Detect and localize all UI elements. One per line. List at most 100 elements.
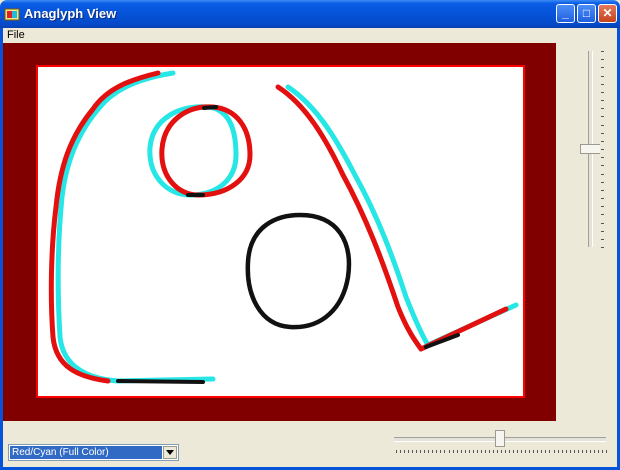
- horizontal-slider-tick: [468, 450, 470, 453]
- horizontal-slider-tick: [529, 450, 531, 453]
- vertical-slider-tick: [601, 238, 604, 240]
- horizontal-slider-tick: [480, 450, 482, 453]
- horizontal-slider-tick: [412, 450, 414, 453]
- vertical-slider-tick: [601, 189, 604, 191]
- close-button[interactable]: ✕: [598, 4, 617, 23]
- vertical-slider-tick: [601, 67, 604, 69]
- maximize-button[interactable]: □: [577, 4, 596, 23]
- horizontal-slider-tick: [537, 450, 539, 453]
- vertical-slider-tick: [601, 132, 604, 134]
- horizontal-slider-thumb[interactable]: [495, 430, 505, 447]
- red-stroke-left-curve: [48, 70, 161, 384]
- horizontal-slider-tick: [400, 450, 402, 453]
- black-stroke-bottom: [116, 379, 205, 384]
- vertical-slider-tick: [601, 91, 604, 93]
- horizontal-slider-tick: [488, 450, 490, 453]
- horizontal-slider-tick: [484, 450, 486, 453]
- vertical-slider-tick: [601, 214, 604, 216]
- vertical-slider-ticks: [601, 51, 605, 248]
- horizontal-slider-tick: [565, 450, 567, 453]
- horizontal-slider-tick: [593, 450, 595, 453]
- vertical-slider-tick: [601, 222, 604, 224]
- horizontal-slider-tick: [533, 450, 535, 453]
- vertical-slider-tick: [601, 198, 604, 199]
- horizontal-slider-tick: [541, 450, 543, 453]
- anaglyph-canvas-frame: [3, 43, 556, 421]
- minimize-button[interactable]: _: [556, 4, 575, 23]
- vertical-slider-tick: [601, 165, 604, 167]
- horizontal-slider-tick: [452, 450, 454, 453]
- title-bar[interactable]: Anaglyph View _ □ ✕: [0, 0, 620, 28]
- vertical-slider-tick: [601, 140, 604, 142]
- window-title: Anaglyph View: [24, 6, 117, 21]
- horizontal-slider-tick: [408, 450, 410, 453]
- menu-bar: File: [0, 28, 620, 43]
- vertical-slider-tick: [601, 75, 604, 77]
- horizontal-slider-tick: [464, 450, 466, 453]
- vertical-slider-tick: [601, 157, 604, 159]
- horizontal-slider-tick: [569, 450, 571, 453]
- vertical-slider-tick: [601, 149, 604, 150]
- cyan-stroke-diagonal: [285, 84, 519, 348]
- horizontal-slider-tick: [573, 450, 575, 453]
- horizontal-slider-tick: [513, 450, 515, 453]
- vertical-slider-tick: [601, 181, 604, 183]
- cyan-stroke-left-curve: [55, 70, 176, 384]
- horizontal-slider-tick: [517, 450, 519, 453]
- horizontal-slider-tick: [585, 450, 587, 453]
- horizontal-slider-tick: [492, 450, 494, 453]
- horizontal-slider-tick: [440, 450, 442, 453]
- black-stroke-center-circle: [245, 212, 352, 330]
- depth-vertical-slider[interactable]: [580, 47, 616, 252]
- horizontal-slider-tick: [577, 450, 579, 453]
- menu-file[interactable]: File: [7, 29, 25, 41]
- horizontal-slider-tick: [501, 450, 502, 453]
- horizontal-slider-tick: [601, 450, 603, 453]
- vertical-slider-tick: [601, 59, 604, 61]
- horizontal-slider-tick: [557, 450, 559, 453]
- vertical-slider-tick: [601, 206, 604, 208]
- anaglyph-mode-value: Red/Cyan (Full Color): [10, 446, 162, 459]
- horizontal-slider-tick: [525, 450, 527, 453]
- horizontal-slider-tick: [424, 450, 426, 453]
- vertical-slider-tick: [601, 108, 604, 110]
- vertical-slider-tick: [601, 100, 604, 101]
- anaglyph-mode-select[interactable]: Red/Cyan (Full Color): [8, 444, 179, 461]
- vertical-slider-tick: [601, 230, 604, 232]
- horizontal-slider-tick: [420, 450, 422, 453]
- anaglyph-canvas[interactable]: [36, 65, 525, 398]
- horizontal-slider-tick: [416, 450, 418, 453]
- vertical-slider-tick: [601, 124, 604, 126]
- app-icon: [4, 8, 20, 21]
- horizontal-slider-tick: [436, 450, 438, 453]
- horizontal-slider-tick: [428, 450, 430, 453]
- vertical-slider-tick: [601, 173, 604, 175]
- horizontal-slider-tick: [509, 450, 511, 453]
- horizontal-slider-tick: [432, 450, 434, 453]
- vertical-slider-tick: [601, 83, 604, 85]
- vertical-slider-thumb[interactable]: [580, 144, 600, 154]
- horizontal-slider-tick: [545, 450, 547, 453]
- chevron-down-icon[interactable]: [163, 446, 177, 459]
- horizontal-slider-tick: [521, 450, 523, 453]
- vertical-slider-tick: [601, 247, 604, 248]
- horizontal-slider-tick: [549, 450, 551, 453]
- horizontal-slider-tick: [505, 450, 507, 453]
- vertical-slider-tick: [601, 51, 604, 52]
- horizontal-slider-tick: [476, 450, 478, 453]
- horizontal-slider-tick: [456, 450, 458, 453]
- anaglyph-drawing: [48, 70, 519, 384]
- horizontal-slider-tick: [553, 450, 555, 453]
- horizontal-slider-tick: [597, 450, 599, 453]
- horizontal-slider-tick: [396, 450, 397, 453]
- horizontal-slider-tick: [581, 450, 583, 453]
- horizontal-slider-tick: [606, 450, 607, 453]
- horizontal-slider-tick: [448, 450, 450, 453]
- horizontal-slider-tick: [460, 450, 462, 453]
- horizontal-slider-tick: [472, 450, 474, 453]
- black-stroke-circle-top: [202, 105, 218, 110]
- separation-horizontal-slider[interactable]: [392, 430, 608, 460]
- horizontal-slider-tick: [561, 450, 563, 453]
- vertical-slider-tick: [601, 116, 604, 118]
- horizontal-slider-tick: [496, 450, 498, 453]
